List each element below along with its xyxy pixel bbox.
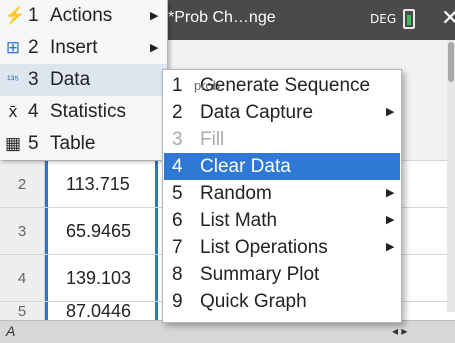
column-header-b[interactable]: prob	[194, 78, 220, 93]
submenu-item-data-capture[interactable]: 2 Data Capture ▶	[164, 99, 400, 126]
menu-item-actions[interactable]: ⚡ 1 Actions ▶	[0, 0, 167, 32]
status-bar: A ◂ ▸	[0, 320, 455, 343]
submenu-arrow-icon: ▶	[386, 106, 395, 118]
row-number[interactable]: 5	[0, 302, 45, 321]
row-number[interactable]: 2	[0, 161, 45, 208]
submenu-item-list-operations[interactable]: 7 List Operations ▶	[164, 234, 400, 261]
submenu-arrow-icon: ▶	[150, 10, 159, 22]
angle-mode-indicator: DEG	[370, 12, 397, 26]
menu-item-data[interactable]: ¹³⁵ 3 Data	[0, 64, 167, 96]
submenu-arrow-icon: ▶	[150, 42, 159, 54]
menu-item-label: Actions	[50, 5, 113, 26]
submenu-item-label: Data Capture	[200, 102, 314, 123]
submenu-item-label: Fill	[200, 129, 225, 150]
submenu-arrow-icon: ▶	[386, 214, 395, 226]
cell-value[interactable]: 87.0446	[45, 302, 158, 321]
row-number[interactable]: 4	[0, 255, 45, 302]
vertical-scrollbar[interactable]	[447, 40, 455, 312]
data-submenu: 1 Generate Sequence 2 Data Capture ▶ 3 F…	[162, 69, 402, 323]
submenu-item-label: Clear Data	[200, 156, 291, 177]
submenu-item-number: 4	[172, 156, 183, 177]
submenu-item-number: 1	[172, 75, 183, 96]
submenu-item-label: Quick Graph	[200, 291, 307, 312]
menu-item-label: Insert	[50, 37, 98, 58]
submenu-item-label: List Operations	[200, 237, 328, 258]
submenu-item-clear-data[interactable]: 4 Clear Data	[164, 153, 400, 180]
submenu-item-label: Summary Plot	[200, 264, 320, 285]
menu-item-number: 4	[28, 101, 39, 122]
battery-icon	[403, 9, 415, 29]
row-number[interactable]: 3	[0, 208, 45, 255]
cell-value[interactable]: 113.715	[45, 161, 158, 208]
menu-item-label: Statistics	[50, 101, 127, 122]
menu-item-number: 3	[28, 69, 39, 90]
submenu-item-number: 8	[172, 264, 183, 285]
submenu-item-number: 6	[172, 210, 183, 231]
submenu-item-fill: 3 Fill	[164, 126, 400, 153]
cell-value[interactable]: 65.9465	[45, 208, 158, 255]
menu-item-insert[interactable]: ⊞ 2 Insert ▶	[0, 32, 167, 64]
submenu-arrow-icon: ▶	[386, 187, 395, 199]
cell-reference: A	[6, 323, 16, 339]
submenu-item-number: 3	[172, 129, 183, 150]
menu-item-label: Table	[50, 133, 96, 154]
menu-item-statistics[interactable]: x̄ 4 Statistics	[0, 96, 167, 128]
submenu-item-label: Generate Sequence	[200, 75, 371, 96]
submenu-item-quick-graph[interactable]: 9 Quick Graph	[164, 288, 400, 315]
submenu-item-label: List Math	[200, 210, 278, 231]
insert-icon: ⊞	[5, 38, 21, 57]
menu-item-number: 2	[28, 37, 39, 58]
menu-item-label: Data	[50, 69, 91, 90]
cell-value[interactable]: 139.103	[45, 255, 158, 302]
submenu-item-number: 5	[172, 183, 183, 204]
menu-item-number: 1	[28, 5, 39, 26]
scroll-arrows[interactable]: ◂ ▸	[392, 324, 407, 338]
data-icon: ¹³⁵	[7, 74, 19, 86]
submenu-item-number: 7	[172, 237, 183, 258]
main-menu: ⚡ 1 Actions ▶ ⊞ 2 Insert ▶ ¹³⁵ 3 Data x̄…	[0, 0, 168, 160]
submenu-item-label: Random	[200, 183, 272, 204]
lightning-icon: ⚡	[4, 6, 26, 25]
submenu-item-random[interactable]: 5 Random ▶	[164, 180, 400, 207]
submenu-item-summary-plot[interactable]: 8 Summary Plot	[164, 261, 400, 288]
table-icon: ▦	[4, 134, 22, 153]
submenu-item-list-math[interactable]: 6 List Math ▶	[164, 207, 400, 234]
menu-item-table[interactable]: ▦ 5 Table	[0, 128, 167, 160]
x-bar-icon: x̄	[8, 102, 18, 121]
submenu-item-number: 2	[172, 102, 183, 123]
submenu-arrow-icon: ▶	[386, 241, 395, 253]
close-icon[interactable]: ✕	[441, 5, 455, 31]
menu-item-number: 5	[28, 133, 39, 154]
submenu-item-number: 9	[172, 291, 183, 312]
document-tab[interactable]: *Prob Ch…nge	[168, 9, 276, 27]
